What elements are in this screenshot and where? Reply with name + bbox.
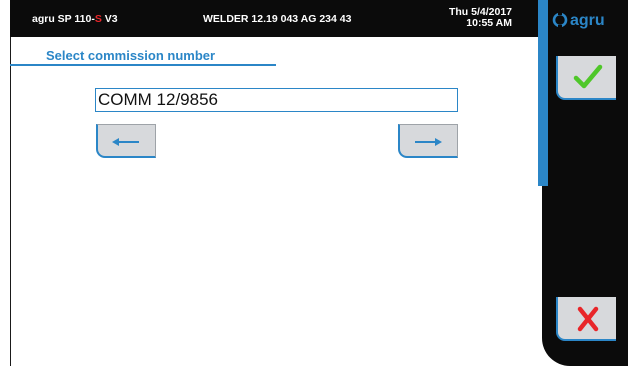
cancel-button[interactable] bbox=[556, 297, 616, 341]
welder-id: WELDER 12.19 043 AG 234 43 bbox=[203, 13, 352, 25]
agru-logo: agru bbox=[552, 12, 605, 29]
page-title: Select commission number bbox=[46, 48, 216, 63]
next-button[interactable] bbox=[398, 124, 458, 158]
datetime: Thu 5/4/2017 10:55 AM bbox=[449, 7, 512, 29]
arrow-right-icon bbox=[415, 138, 442, 146]
status-bar: agru SP 110-S V3 WELDER 12.19 043 AG 234… bbox=[10, 0, 538, 37]
scrollbar[interactable] bbox=[538, 0, 548, 186]
title-underline bbox=[10, 64, 276, 66]
commission-number-input[interactable]: COMM 12/9856 bbox=[95, 88, 458, 112]
previous-button[interactable] bbox=[96, 124, 156, 158]
time: 10:55 AM bbox=[466, 17, 512, 29]
svg-text:agru: agru bbox=[570, 12, 605, 29]
checkmark-icon bbox=[573, 64, 603, 89]
frame-border bbox=[10, 0, 11, 366]
confirm-button[interactable] bbox=[556, 56, 616, 100]
x-icon bbox=[577, 306, 599, 332]
device-model: agru SP 110-S V3 bbox=[32, 13, 118, 25]
arrow-left-icon bbox=[112, 138, 139, 146]
